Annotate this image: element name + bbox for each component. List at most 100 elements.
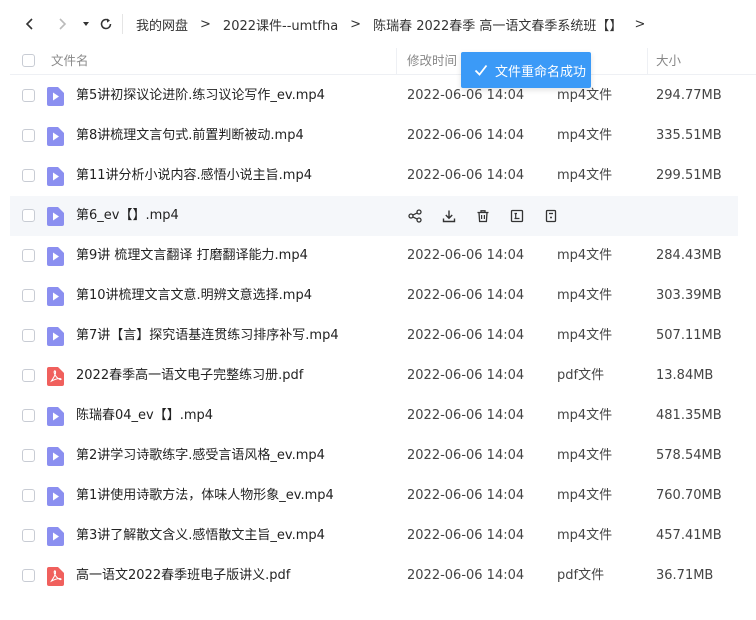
file-name[interactable]: 第3讲了解散文含义.感悟散文主旨_ev.mp4 <box>76 516 325 556</box>
rename-icon[interactable] <box>508 207 526 225</box>
row-checkbox[interactable] <box>22 409 35 422</box>
video-file-icon <box>47 327 64 346</box>
file-name[interactable]: 陈瑞春04_ev【】.mp4 <box>76 396 213 436</box>
file-name[interactable]: 第10讲梳理文言文意.明辨文意选择.mp4 <box>76 276 312 316</box>
file-row[interactable]: 2022春季高一语文电子完整练习册.pdf 2022-06-06 14:04 pdf… <box>10 356 738 396</box>
file-size: 299.51MB <box>656 168 722 183</box>
file-name[interactable]: 第7讲【言】探究语基连贯练习排序补写.mp4 <box>76 316 339 356</box>
row-checkbox[interactable] <box>22 249 35 262</box>
breadcrumb-separator: > <box>200 16 211 32</box>
row-checkbox[interactable] <box>22 129 35 142</box>
file-row[interactable]: 第9讲 梳理文言翻译 打磨翻译能力.mp4 2022-06-06 14:04 mp4… <box>10 236 738 276</box>
breadcrumb-item-current[interactable]: 陈瑞春 2022春季 高一语文春季系统班【】 <box>373 15 622 34</box>
file-modified-time: 2022-06-06 14:04 <box>407 528 525 543</box>
file-name[interactable]: 第11讲分析小说内容.感悟小说主旨.mp4 <box>76 156 312 196</box>
file-name[interactable]: 第5讲初探议论进阶.练习议论写作_ev.mp4 <box>76 76 325 116</box>
file-row[interactable]: 第11讲分析小说内容.感悟小说主旨.mp4 2022-06-06 14:04 mp4… <box>10 156 738 196</box>
file-type: mp4文件 <box>557 448 613 463</box>
row-checkbox[interactable] <box>22 369 35 382</box>
file-list-header: 文件名 修改时间 大小 <box>10 48 756 75</box>
row-checkbox[interactable] <box>22 489 35 502</box>
file-row[interactable]: 第2讲学习诗歌练字.感受言语风格_ev.mp4 2022-06-06 14:04 m… <box>10 436 738 476</box>
back-icon[interactable] <box>18 12 42 36</box>
column-divider[interactable] <box>396 48 397 75</box>
file-modified-time: 2022-06-06 14:04 <box>407 488 525 503</box>
file-size: 335.51MB <box>656 128 722 143</box>
file-name[interactable]: 2022春季高一语文电子完整练习册.pdf <box>76 356 303 396</box>
pdf-file-icon <box>47 367 64 386</box>
file-name[interactable]: 第2讲学习诗歌练字.感受言语风格_ev.mp4 <box>76 436 325 476</box>
file-size: 457.41MB <box>656 528 722 543</box>
file-type: mp4文件 <box>557 88 613 103</box>
file-row[interactable]: 高一语文2022春季班电子版讲义.pdf 2022-06-06 14:04 pdf文… <box>10 556 738 596</box>
column-header-size[interactable]: 大小 <box>656 48 681 75</box>
breadcrumb: 我的网盘 > 2022课件--umtfha > 陈瑞春 2022春季 高一语文春… <box>136 0 657 48</box>
share-icon[interactable] <box>406 207 424 225</box>
row-checkbox[interactable] <box>22 169 35 182</box>
row-checkbox[interactable] <box>22 209 35 222</box>
row-checkbox[interactable] <box>22 329 35 342</box>
column-header-name[interactable]: 文件名 <box>51 48 89 75</box>
file-type: mp4文件 <box>557 488 613 503</box>
column-header-time[interactable]: 修改时间 <box>407 48 457 75</box>
file-name[interactable]: 第6_ev【】.mp4 <box>76 196 179 236</box>
forward-icon[interactable] <box>50 12 74 36</box>
row-checkbox[interactable] <box>22 449 35 462</box>
more-icon[interactable] <box>542 207 560 225</box>
file-modified-time: 2022-06-06 14:04 <box>407 88 525 103</box>
refresh-icon[interactable] <box>94 12 118 36</box>
file-row[interactable]: 第7讲【言】探究语基连贯练习排序补写.mp4 2022-06-06 14:04 mp… <box>10 316 738 356</box>
file-list: 第5讲初探议论进阶.练习议论写作_ev.mp4 2022-06-06 14:04 m… <box>10 76 738 596</box>
file-type: mp4文件 <box>557 328 613 343</box>
file-type: mp4文件 <box>557 128 613 143</box>
navigation-bar: 我的网盘 > 2022课件--umtfha > 陈瑞春 2022春季 高一语文春… <box>0 0 756 48</box>
video-file-icon <box>47 447 64 466</box>
file-row[interactable]: 第10讲梳理文言文意.明辨文意选择.mp4 2022-06-06 14:04 mp4… <box>10 276 738 316</box>
breadcrumb-item-folder[interactable]: 2022课件--umtfha <box>223 15 338 34</box>
pdf-file-icon <box>47 567 64 586</box>
file-name[interactable]: 第9讲 梳理文言翻译 打磨翻译能力.mp4 <box>76 236 308 276</box>
file-name[interactable]: 第8讲梳理文言句式.前置判断被动.mp4 <box>76 116 304 156</box>
file-size: 13.84MB <box>656 368 714 383</box>
file-type: mp4文件 <box>557 528 613 543</box>
file-row[interactable]: 第1讲使用诗歌方法，体味人物形象_ev.mp4 2022-06-06 14:04 m… <box>10 476 738 516</box>
file-modified-time: 2022-06-06 14:04 <box>407 128 525 143</box>
file-modified-time: 2022-06-06 14:04 <box>407 248 525 263</box>
row-checkbox[interactable] <box>22 89 35 102</box>
file-type: mp4文件 <box>557 168 613 183</box>
file-size: 578.54MB <box>656 448 722 463</box>
video-file-icon <box>47 487 64 506</box>
row-checkbox[interactable] <box>22 289 35 302</box>
file-size: 294.77MB <box>656 88 722 103</box>
file-row[interactable]: 第3讲了解散文含义.感悟散文主旨_ev.mp4 2022-06-06 14:04 m… <box>10 516 738 556</box>
file-size: 481.35MB <box>656 408 722 423</box>
download-icon[interactable] <box>440 207 458 225</box>
file-type: mp4文件 <box>557 288 613 303</box>
nav-divider <box>122 14 123 34</box>
file-modified-time: 2022-06-06 14:04 <box>407 448 525 463</box>
row-checkbox[interactable] <box>22 569 35 582</box>
video-file-icon <box>47 167 64 186</box>
file-modified-time: 2022-06-06 14:04 <box>407 328 525 343</box>
file-modified-time: 2022-06-06 14:04 <box>407 288 525 303</box>
row-checkbox[interactable] <box>22 529 35 542</box>
file-row[interactable]: 第8讲梳理文言句式.前置判断被动.mp4 2022-06-06 14:04 mp4文… <box>10 116 738 156</box>
file-modified-time: 2022-06-06 14:04 <box>407 408 525 423</box>
breadcrumb-item-root[interactable]: 我的网盘 <box>136 15 188 34</box>
file-row[interactable]: 第6_ev【】.mp4 <box>10 196 738 236</box>
column-divider[interactable] <box>647 48 648 75</box>
file-type: mp4文件 <box>557 248 613 263</box>
breadcrumb-separator: > <box>350 16 362 32</box>
file-row[interactable]: 陈瑞春04_ev【】.mp4 2022-06-06 14:04 mp4文件 481.3… <box>10 396 738 436</box>
file-name[interactable]: 高一语文2022春季班电子版讲义.pdf <box>76 556 290 596</box>
file-name[interactable]: 第1讲使用诗歌方法，体味人物形象_ev.mp4 <box>76 476 334 516</box>
video-file-icon <box>47 207 64 226</box>
file-row[interactable]: 第5讲初探议论进阶.练习议论写作_ev.mp4 2022-06-06 14:04 m… <box>10 76 738 116</box>
video-file-icon <box>47 247 64 266</box>
delete-icon[interactable] <box>474 207 492 225</box>
file-size: 507.11MB <box>656 328 722 343</box>
file-size: 760.70MB <box>656 488 722 503</box>
select-all-checkbox[interactable] <box>22 54 35 67</box>
file-type: pdf文件 <box>557 568 605 583</box>
file-modified-time: 2022-06-06 14:04 <box>407 568 525 583</box>
